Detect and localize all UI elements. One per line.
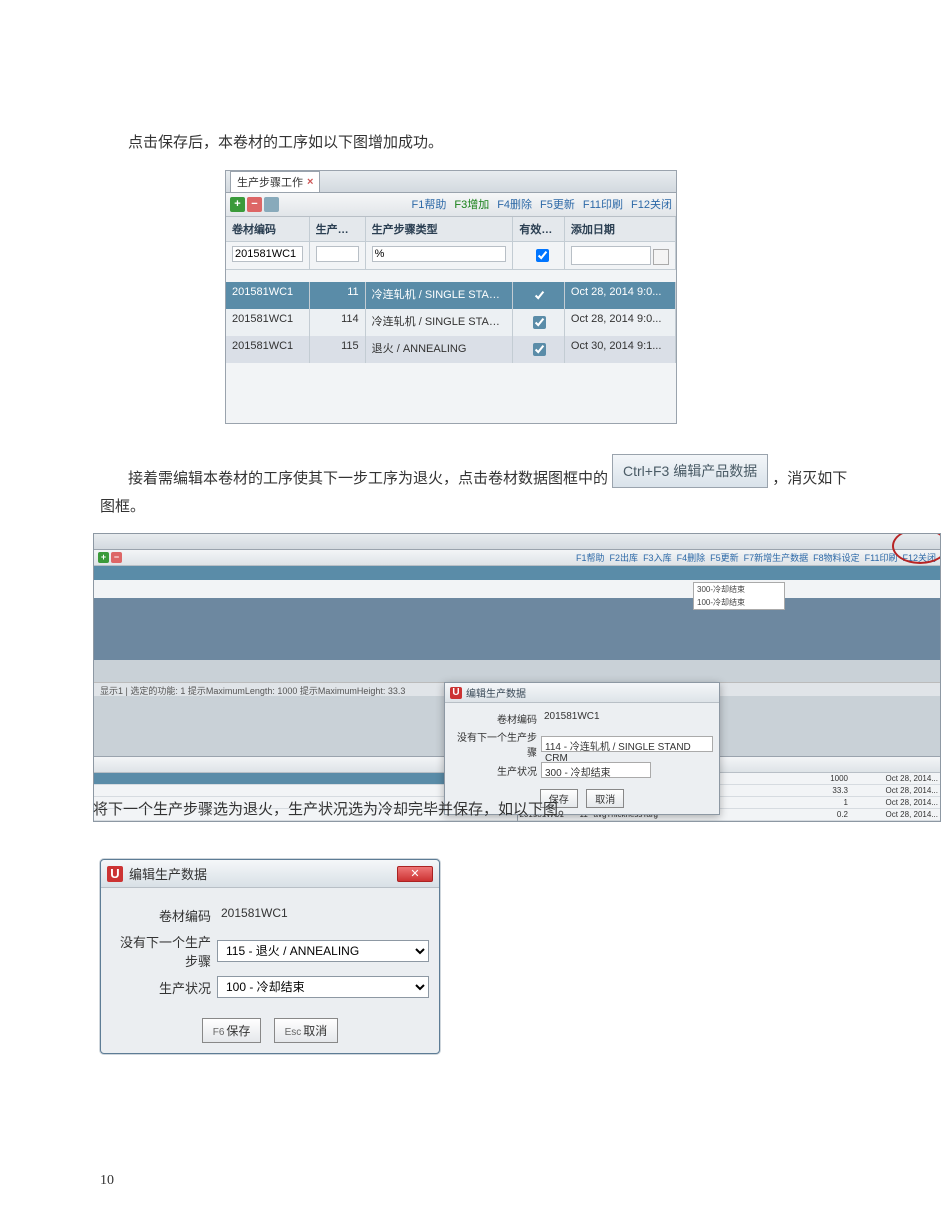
- f11-print-link[interactable]: F11印刷: [583, 196, 623, 212]
- filter-type[interactable]: [372, 246, 507, 262]
- screenshot-coil-data: + − F1帮助 F2出库 F3入库 F4删除 F5更新 F7新增生产数据 F8…: [93, 533, 941, 822]
- tab-label: 生产步骤工作: [237, 174, 303, 190]
- shortcut: Esc: [285, 1027, 302, 1038]
- edit-production-dialog: U 编辑生产数据 ✕ 卷材编码 201581WC1 没有下一个生产步骤 115 - …: [100, 859, 440, 1054]
- add-icon[interactable]: +: [98, 552, 109, 563]
- table-row[interactable]: 201581WC1 11 冷连轧机 / SINGLE STAND CRM Oct…: [226, 282, 676, 309]
- label-status: 生产状况: [451, 763, 537, 778]
- toolbar: + − F1帮助 F3增加 F4删除 F5更新 F11印刷 F12关闭: [226, 193, 676, 217]
- status-select[interactable]: 100 - 冷却结束: [217, 976, 429, 998]
- tb-link[interactable]: F8物料设定: [813, 551, 860, 564]
- label-step: 没有下一个生产步骤: [451, 729, 537, 759]
- step-select[interactable]: 114 - 冷连轧机 / SINGLE STAND CRM: [541, 736, 713, 752]
- filter-date[interactable]: [571, 246, 651, 265]
- close-icon[interactable]: ×: [307, 176, 313, 188]
- filter-valid[interactable]: [523, 249, 562, 262]
- label-status: 生产状况: [111, 978, 211, 997]
- label-step: 没有下一个生产步骤: [111, 932, 211, 970]
- dialog-title: U 编辑生产数据: [445, 683, 719, 703]
- cell-step: 114: [310, 309, 366, 336]
- col-step: 生产步骤号: [310, 217, 366, 241]
- value-id: 201581WC1: [217, 904, 429, 926]
- f5-refresh-link[interactable]: F5更新: [540, 196, 575, 212]
- tab-production-steps[interactable]: 生产步骤工作 ×: [230, 171, 320, 192]
- app-icon: U: [450, 687, 462, 699]
- tb-link[interactable]: F7新增生产数据: [744, 551, 809, 564]
- app-icon: U: [107, 866, 123, 882]
- f12-close-link[interactable]: F12关闭: [631, 196, 672, 212]
- status-value: 300-冷却结束: [694, 583, 784, 596]
- page-number: 10: [100, 1173, 114, 1189]
- cell-date: Oct 30, 2014 9:1...: [565, 336, 676, 363]
- paragraph: 点击保存后，本卷材的工序如以下图增加成功。: [100, 130, 850, 156]
- cell-valid: [513, 336, 565, 363]
- remove-icon[interactable]: −: [111, 552, 122, 563]
- tb-link[interactable]: F1帮助: [576, 551, 605, 564]
- col-valid: 有效参数值: [513, 217, 565, 241]
- shortcut: F6: [213, 1027, 225, 1038]
- edit-production-dialog-small: U 编辑生产数据 卷材编码 201581WC1 没有下一个生产步骤114 - 冷连…: [444, 682, 720, 815]
- col-type: 生产步骤类型: [366, 217, 514, 241]
- text: 接着需编辑本卷材的工序使其下一步工序为退火，点击卷材数据图框中的: [100, 467, 608, 488]
- col-id: 卷材编码: [226, 217, 310, 241]
- label-id: 卷材编码: [111, 906, 211, 925]
- status-select[interactable]: 300 - 冷却结束: [541, 762, 651, 778]
- cell-id: 201581WC1: [226, 336, 310, 363]
- tb-link[interactable]: F5更新: [710, 551, 739, 564]
- dialog-title: U 编辑生产数据 ✕: [101, 860, 439, 888]
- tb-link[interactable]: F4删除: [677, 551, 706, 564]
- cell-step: 11: [310, 282, 366, 309]
- f1-help-link[interactable]: F1帮助: [412, 196, 447, 212]
- cell-valid: [513, 282, 565, 309]
- add-icon[interactable]: +: [230, 197, 245, 212]
- filter-step[interactable]: [316, 246, 359, 262]
- cell-type: 退火 / ANNEALING: [366, 336, 514, 363]
- tab-bar: [94, 534, 940, 550]
- overlay-instruction: 将下一个生产步骤选为退火，生产状况选为冷却完毕并保存，如以下图。: [93, 798, 941, 819]
- cell-type: 冷连轧机 / SINGLE STAND CRM: [366, 309, 514, 336]
- edit-product-data-button[interactable]: Ctrl+F3 编辑产品数据: [612, 454, 768, 488]
- status-value: 100-冷却结束: [694, 596, 784, 609]
- text: ，消灭如下: [772, 467, 847, 488]
- title-text: 编辑生产数据: [466, 685, 526, 700]
- cell-date: Oct 28, 2014 9:0...: [565, 309, 676, 336]
- cell-step: 115: [310, 336, 366, 363]
- value-id: 201581WC1: [541, 710, 713, 726]
- tb-link[interactable]: F3入库: [643, 551, 672, 564]
- paragraph: 图框。: [100, 494, 850, 520]
- title-text: 编辑生产数据: [129, 864, 207, 883]
- next-step-select[interactable]: 115 - 退火 / ANNEALING: [217, 940, 429, 962]
- status-box: 300-冷却结束 100-冷却结束: [693, 582, 785, 610]
- table-row[interactable]: 201581WC1 115 退火 / ANNEALING Oct 30, 201…: [226, 336, 676, 363]
- toolbar: + − F1帮助 F2出库 F3入库 F4删除 F5更新 F7新增生产数据 F8…: [94, 550, 940, 566]
- cell-type: 冷连轧机 / SINGLE STAND CRM: [366, 282, 514, 309]
- save-button[interactable]: F6保存: [202, 1018, 262, 1043]
- table-row[interactable]: 201581WC1 114 冷连轧机 / SINGLE STAND CRM Oc…: [226, 309, 676, 336]
- close-icon[interactable]: ✕: [397, 866, 433, 882]
- cell-id: 201581WC1: [226, 282, 310, 309]
- cancel-button[interactable]: Esc取消: [274, 1018, 339, 1043]
- remove-icon[interactable]: −: [247, 197, 262, 212]
- cell-date: Oct 28, 2014 9:0...: [565, 282, 676, 309]
- filter-id[interactable]: [232, 246, 303, 262]
- cell-valid: [513, 309, 565, 336]
- table-header: 卷材编码 生产步骤号 生产步骤类型 有效参数值 添加日期: [226, 217, 676, 242]
- col-date: 添加日期: [565, 217, 676, 241]
- f3-add-link[interactable]: F3增加: [454, 196, 489, 212]
- tab-bar: 生产步骤工作 ×: [226, 171, 676, 193]
- tb-link[interactable]: F2出库: [610, 551, 639, 564]
- calendar-icon[interactable]: [653, 249, 669, 265]
- label-id: 卷材编码: [451, 711, 537, 726]
- filter-row: [226, 242, 676, 270]
- tb-link[interactable]: F11印刷: [865, 551, 898, 564]
- f4-delete-link[interactable]: F4删除: [497, 196, 532, 212]
- screenshot-production-steps: 生产步骤工作 × + − F1帮助 F3增加 F4删除 F5更新 F11印刷 F…: [225, 170, 677, 424]
- paragraph-inline: 接着需编辑本卷材的工序使其下一步工序为退火，点击卷材数据图框中的 Ctrl+F3…: [100, 454, 850, 488]
- refresh-icon[interactable]: [264, 197, 279, 212]
- cell-id: 201581WC1: [226, 309, 310, 336]
